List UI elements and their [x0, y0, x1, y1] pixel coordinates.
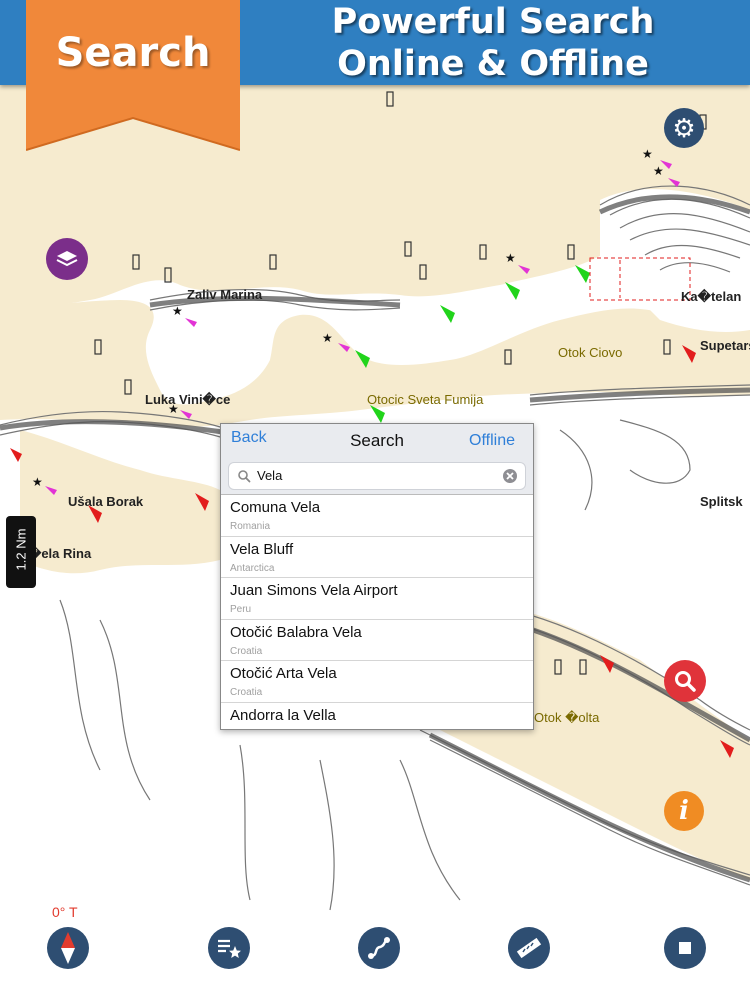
- search-query: Vela: [257, 468, 283, 483]
- search-result-row[interactable]: Otočić Balabra Vela Croatia: [221, 620, 533, 661]
- search-result-row[interactable]: Juan Simons Vela Airport Peru: [221, 578, 533, 620]
- svg-text:★: ★: [32, 475, 43, 489]
- banner-title-line2: Online & Offline: [337, 44, 649, 84]
- result-name: Otočić Arta Vela: [230, 665, 337, 682]
- svg-text:★: ★: [505, 251, 516, 265]
- compass-icon: [61, 932, 75, 964]
- magnifier-icon: [675, 671, 696, 692]
- layers-button[interactable]: [46, 238, 88, 280]
- map-label-splitsk: Splitsk: [700, 494, 743, 509]
- result-country: Croatia: [230, 645, 263, 657]
- search-panel-header: Back Search Offline Vela: [221, 424, 533, 495]
- route-button[interactable]: [358, 927, 400, 969]
- map-label-supetars: Supetars: [700, 338, 750, 353]
- map-label-kastelan: Ka�telan: [681, 289, 742, 304]
- favorites-list-icon: [218, 939, 241, 958]
- info-button[interactable]: i: [664, 791, 704, 831]
- search-result-row[interactable]: Andorra la Vella: [221, 703, 533, 744]
- result-country: Romania: [230, 521, 271, 532]
- scale-label: 1.2 Nm: [13, 528, 29, 571]
- scale-bar: 1.2 Nm: [6, 516, 36, 588]
- result-country: Croatia: [230, 687, 263, 698]
- record-stop-button[interactable]: [664, 927, 706, 969]
- compass-button[interactable]: [47, 927, 89, 969]
- search-result-row[interactable]: Otočić Arta Vela Croatia: [221, 661, 533, 703]
- favorites-list-button[interactable]: [208, 927, 250, 969]
- map-label-zaliv-marina: Zaliv Marina: [187, 287, 263, 302]
- svg-text:★: ★: [172, 304, 183, 318]
- settings-button[interactable]: ⚙: [664, 108, 704, 148]
- result-name: Otočić Balabra Vela: [230, 623, 362, 641]
- result-name: Juan Simons Vela Airport: [230, 582, 398, 599]
- clear-icon[interactable]: [502, 468, 518, 484]
- ruler-button[interactable]: [508, 927, 550, 969]
- ruler-icon: [516, 937, 542, 959]
- map-label-vela-rina: �ela Rina: [28, 546, 92, 561]
- map-label-luka-vinisce: Luka Vini�ce: [145, 392, 231, 407]
- search-results-list: Comuna Vela Romania Vela Bluff Antarctic…: [221, 495, 533, 743]
- search-input[interactable]: Vela: [228, 462, 526, 490]
- route-icon: [368, 937, 390, 959]
- search-result-row[interactable]: Comuna Vela Romania: [221, 495, 533, 537]
- result-name: Comuna Vela: [230, 499, 321, 516]
- map-label-otok-solta: Otok �olta: [534, 710, 600, 725]
- info-icon: i: [679, 796, 689, 826]
- svg-text:★: ★: [642, 147, 653, 161]
- search-tag-ribbon: [26, 0, 240, 151]
- layers-icon: [56, 251, 78, 267]
- map-label-otok-ciovo: Otok Ciovo: [558, 345, 623, 360]
- banner-title-line1: Powerful Search: [331, 2, 655, 42]
- result-country: Antarctica: [230, 562, 275, 574]
- search-tag-label: Search: [55, 30, 211, 76]
- result-name: Vela Bluff: [230, 540, 294, 558]
- map-search-button[interactable]: [664, 660, 706, 702]
- map-label-uvala-borak: Ušala Borak: [68, 494, 144, 509]
- offline-toggle[interactable]: Offline: [469, 432, 515, 450]
- result-country: Peru: [230, 604, 252, 615]
- gear-icon: ⚙: [672, 113, 696, 143]
- record-stop-icon: [679, 942, 691, 954]
- result-name: Andorra la Vella: [230, 706, 336, 724]
- svg-text:★: ★: [322, 331, 333, 345]
- search-icon: [238, 470, 251, 483]
- svg-text:★: ★: [653, 164, 664, 178]
- map-label-otocic-sveta-fumija: Otocic Sveta Fumija: [367, 392, 484, 407]
- search-result-row[interactable]: Vela Bluff Antarctica: [221, 537, 533, 578]
- search-panel: Back Search Offline Vela Comuna Vela Rom…: [220, 423, 534, 730]
- heading-label: 0° T: [52, 904, 78, 920]
